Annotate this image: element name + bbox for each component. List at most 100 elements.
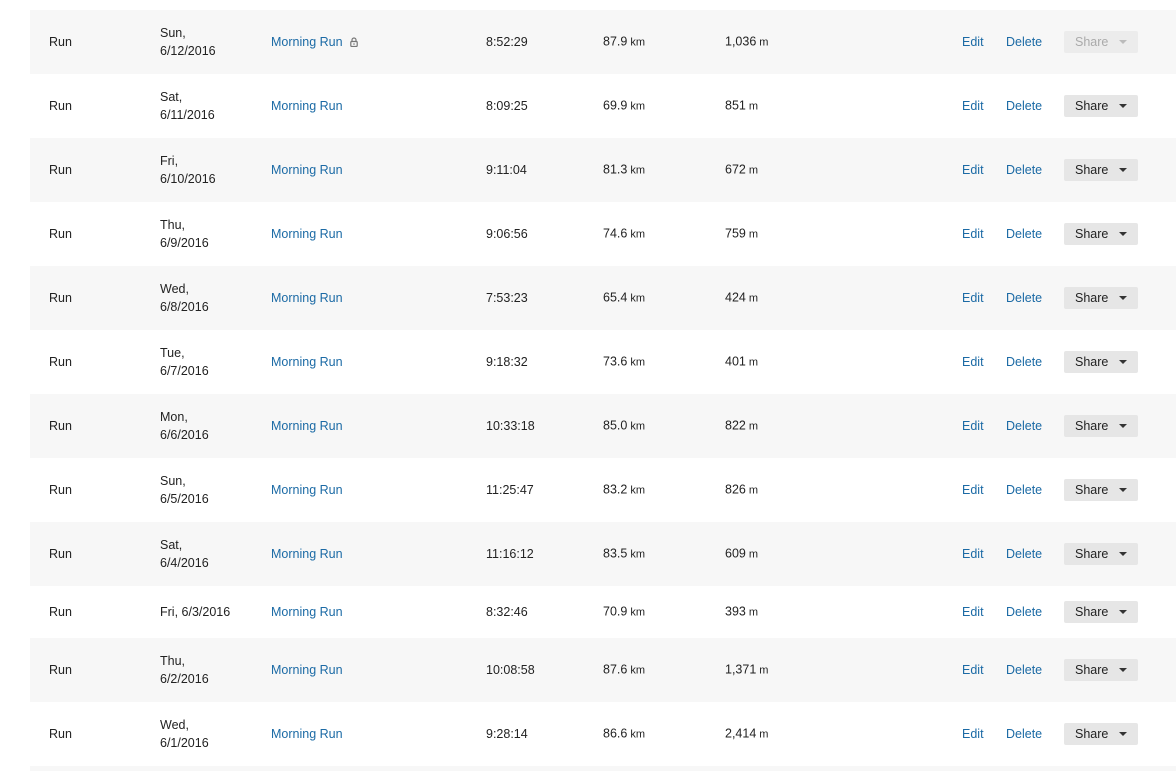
activity-title-link[interactable]: Morning Run — [271, 603, 343, 621]
delete-link[interactable]: Delete — [1006, 225, 1042, 243]
chevron-down-icon — [1119, 40, 1127, 44]
activity-date: Mon, 6/6/2016 — [160, 410, 209, 442]
edit-link[interactable]: Edit — [962, 161, 984, 179]
activity-elevation: 1,371 m — [725, 662, 769, 677]
activity-distance: 86.6 km — [603, 726, 646, 741]
chevron-down-icon — [1119, 104, 1127, 108]
activity-elevation: 672 m — [725, 162, 759, 177]
table-row: Run Tue, 6/7/2016 Morning Run 9:18:32 73.… — [30, 330, 1176, 394]
activity-date: Sat, 6/11/2016 — [160, 90, 215, 122]
chevron-down-icon — [1119, 424, 1127, 428]
share-button[interactable]: Share — [1064, 479, 1138, 501]
activity-title-link[interactable]: Morning Run — [271, 161, 343, 179]
edit-link[interactable]: Edit — [962, 33, 984, 51]
share-button[interactable]: Share — [1064, 351, 1138, 373]
activity-type: Run — [49, 35, 72, 49]
activity-title-link[interactable]: Morning Run — [271, 481, 343, 499]
delete-link[interactable]: Delete — [1006, 161, 1042, 179]
activity-title-link[interactable]: Morning Run — [271, 417, 343, 435]
chevron-down-icon — [1119, 610, 1127, 614]
delete-link[interactable]: Delete — [1006, 545, 1042, 563]
edit-link[interactable]: Edit — [962, 353, 984, 371]
chevron-down-icon — [1119, 732, 1127, 736]
share-button[interactable]: Share — [1064, 659, 1138, 681]
activity-time: 8:32:46 — [486, 605, 528, 619]
activity-title-link[interactable]: Morning Run — [271, 545, 343, 563]
activity-time: 10:08:58 — [486, 663, 535, 677]
edit-link[interactable]: Edit — [962, 97, 984, 115]
activity-distance: 70.9 km — [603, 604, 646, 619]
edit-link[interactable]: Edit — [962, 417, 984, 435]
activity-type: Run — [49, 355, 72, 369]
share-button[interactable]: Share — [1064, 723, 1138, 745]
table-row: Run Sat, 6/4/2016 Morning Run 11:16:12 83… — [30, 522, 1176, 586]
share-button[interactable]: Share — [1064, 159, 1138, 181]
table-row: Run Thu, 6/9/2016 Morning Run 9:06:56 74.… — [30, 202, 1176, 266]
activity-date: Sun, 6/12/2016 — [160, 26, 216, 58]
activity-title-link[interactable]: Morning Run — [271, 97, 343, 115]
share-button[interactable]: Share — [1064, 415, 1138, 437]
delete-link[interactable]: Delete — [1006, 289, 1042, 307]
activity-time: 9:06:56 — [486, 227, 528, 241]
next-row-edge — [30, 766, 1176, 771]
activity-distance: 83.5 km — [603, 546, 646, 561]
activity-time: 8:09:25 — [486, 99, 528, 113]
delete-link[interactable]: Delete — [1006, 603, 1042, 621]
activity-type: Run — [49, 727, 72, 741]
activity-time: 11:16:12 — [486, 547, 534, 561]
activity-distance: 87.6 km — [603, 662, 646, 677]
delete-link[interactable]: Delete — [1006, 33, 1042, 51]
activity-distance: 69.9 km — [603, 98, 646, 113]
activity-time: 9:11:04 — [486, 163, 527, 177]
edit-link[interactable]: Edit — [962, 225, 984, 243]
activity-time: 7:53:23 — [486, 291, 528, 305]
delete-link[interactable]: Delete — [1006, 417, 1042, 435]
activity-elevation: 759 m — [725, 226, 759, 241]
activity-title-link[interactable]: Morning Run — [271, 225, 343, 243]
activity-distance: 81.3 km — [603, 162, 646, 177]
delete-link[interactable]: Delete — [1006, 481, 1042, 499]
activity-title-link[interactable]: Morning Run — [271, 353, 343, 371]
delete-link[interactable]: Delete — [1006, 353, 1042, 371]
edit-link[interactable]: Edit — [962, 603, 984, 621]
edit-link[interactable]: Edit — [962, 661, 984, 679]
delete-link[interactable]: Delete — [1006, 97, 1042, 115]
activity-date: Sat, 6/4/2016 — [160, 538, 209, 570]
edit-link[interactable]: Edit — [962, 545, 984, 563]
chevron-down-icon — [1119, 668, 1127, 672]
share-button[interactable]: Share — [1064, 95, 1138, 117]
share-button[interactable]: Share — [1064, 287, 1138, 309]
edit-link[interactable]: Edit — [962, 481, 984, 499]
share-button[interactable]: Share — [1064, 31, 1138, 53]
activity-title-link[interactable]: Morning Run — [271, 289, 343, 307]
edit-link[interactable]: Edit — [962, 289, 984, 307]
table-row: Run Sun, 6/12/2016 Morning Run 8:52:29 87… — [30, 10, 1176, 74]
table-row: Run Sun, 6/5/2016 Morning Run 11:25:47 83… — [30, 458, 1176, 522]
activity-date: Sun, 6/5/2016 — [160, 474, 209, 506]
activity-time: 10:33:18 — [486, 419, 535, 433]
activity-elevation: 424 m — [725, 290, 759, 305]
delete-link[interactable]: Delete — [1006, 661, 1042, 679]
lock-icon — [349, 37, 358, 47]
table-row: Run Fri, 6/10/2016 Morning Run 9:11:04 81… — [30, 138, 1176, 202]
activity-date: Fri, 6/3/2016 — [160, 605, 231, 619]
activity-elevation: 822 m — [725, 418, 759, 433]
activity-date: Fri, 6/10/2016 — [160, 154, 216, 186]
chevron-down-icon — [1119, 232, 1127, 236]
activity-distance: 74.6 km — [603, 226, 646, 241]
share-button[interactable]: Share — [1064, 601, 1138, 623]
activity-title-link[interactable]: Morning Run — [271, 725, 343, 743]
edit-link[interactable]: Edit — [962, 725, 984, 743]
share-button[interactable]: Share — [1064, 543, 1138, 565]
activity-title-link[interactable]: Morning Run — [271, 661, 343, 679]
activity-type: Run — [49, 663, 72, 677]
activity-date: Tue, 6/7/2016 — [160, 346, 209, 378]
chevron-down-icon — [1119, 168, 1127, 172]
activity-elevation: 401 m — [725, 354, 759, 369]
activity-title-link[interactable]: Morning Run — [271, 33, 358, 51]
activity-date: Wed, 6/8/2016 — [160, 282, 209, 314]
share-button[interactable]: Share — [1064, 223, 1138, 245]
delete-link[interactable]: Delete — [1006, 725, 1042, 743]
activity-elevation: 393 m — [725, 604, 759, 619]
chevron-down-icon — [1119, 296, 1127, 300]
